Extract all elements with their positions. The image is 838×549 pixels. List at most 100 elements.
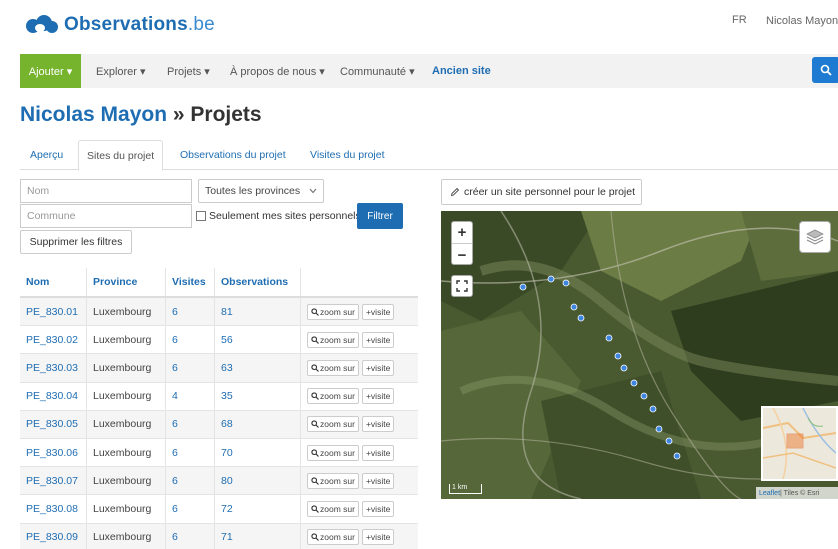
add-visit-button[interactable]: +visite [361,416,395,433]
province-select-value: Toutes les provinces [205,185,301,197]
col-visits[interactable]: Visites [166,268,215,296]
col-actions [301,268,418,296]
tab-project-visits[interactable]: Visites du projet [302,140,393,170]
zoom-to-site-button[interactable]: zoom sur [307,416,359,433]
nav-old-site[interactable]: Ancien site [432,54,491,88]
clear-filters-button[interactable]: Supprimer les filtres [20,230,132,254]
site-visits-link[interactable]: 6 [166,326,215,354]
zoom-to-site-button[interactable]: zoom sur [307,388,359,405]
table-row: PE_830.07 Luxembourg 6 80 zoom sur +visite [20,467,418,496]
overview-minimap[interactable] [761,406,838,481]
nav-explorer[interactable]: Explorer ▾ [96,54,146,88]
table-row: PE_830.06 Luxembourg 6 70 zoom sur +visite [20,438,418,468]
site-name-link[interactable]: PE_830.03 [20,354,87,382]
table-row: PE_830.03 Luxembourg 6 63 zoom sur +visite [20,354,418,383]
zoom-to-site-button[interactable]: zoom sur [307,331,359,348]
map-view[interactable]: + − 1 km Leaflet | Tiles © Esri [441,211,838,499]
site-province: Luxembourg [87,298,166,326]
main-navbar: Ajouter ▾ Explorer ▾ Projets ▾ À propos … [20,54,838,88]
add-visit-button[interactable]: +visite [361,472,395,489]
site-province: Luxembourg [87,495,166,523]
zoom-in-button[interactable]: + [452,222,472,244]
site-observations-link[interactable]: 71 [215,523,301,549]
site-name-link[interactable]: PE_830.02 [20,326,87,354]
tab-overview[interactable]: Aperçu [22,140,71,170]
site-province: Luxembourg [87,410,166,438]
table-row: PE_830.02 Luxembourg 6 56 zoom sur +visite [20,326,418,355]
zoom-icon [311,392,319,401]
site-observations-link[interactable]: 80 [215,467,301,495]
site-observations-link[interactable]: 72 [215,495,301,523]
site-observations-link[interactable]: 35 [215,382,301,410]
col-observations[interactable]: Observations [215,268,301,296]
row-actions: zoom sur +visite [301,354,418,381]
site-observations-link[interactable]: 70 [215,438,301,467]
zoom-to-site-button[interactable]: zoom sur [307,303,359,320]
site-name-link[interactable]: PE_830.05 [20,410,87,438]
tab-project-observations[interactable]: Observations du projet [172,140,294,170]
row-actions: zoom sur +visite [301,298,418,325]
site-observations-link[interactable]: 81 [215,298,301,326]
language-selector[interactable]: FR [732,14,747,26]
site-name-link[interactable]: PE_830.06 [20,438,87,467]
row-actions: zoom sur +visite [301,383,418,410]
zoom-to-site-button[interactable]: zoom sur [307,472,359,489]
add-visit-button[interactable]: +visite [361,500,395,517]
zoom-icon [311,364,319,372]
site-name-link[interactable]: PE_830.08 [20,495,87,523]
site-visits-link[interactable]: 6 [166,495,215,523]
site-observations-link[interactable]: 56 [215,326,301,354]
nav-projects[interactable]: Projets ▾ [167,54,210,88]
fullscreen-button[interactable] [451,275,473,297]
filter-button[interactable]: Filtrer [357,203,403,229]
site-visits-link[interactable]: 6 [166,438,215,467]
nav-about[interactable]: À propos de nous ▾ [230,54,325,88]
add-visit-button[interactable]: +visite [361,303,395,320]
add-visit-button[interactable]: +visite [361,444,395,461]
col-province[interactable]: Province [87,268,166,296]
zoom-to-site-button[interactable]: zoom sur [307,359,359,376]
table-row: PE_830.09 Luxembourg 6 71 zoom sur +visite [20,523,418,549]
add-visit-button[interactable]: +visite [361,331,395,348]
zoom-out-button[interactable]: − [452,244,472,266]
row-actions: zoom sur +visite [301,467,418,494]
site-visits-link[interactable]: 6 [166,410,215,438]
nav-community[interactable]: Communauté ▾ [340,54,415,88]
site-name-link[interactable]: PE_830.07 [20,467,87,495]
site-name-link[interactable]: PE_830.01 [20,298,87,326]
site-name-link[interactable]: PE_830.04 [20,382,87,410]
zoom-label: zoom sur [320,334,355,345]
create-personal-site-button[interactable]: créer un site personnel pour le projet [441,179,642,205]
site-observations-link[interactable]: 68 [215,410,301,438]
user-menu[interactable]: Nicolas Mayon ▾ [766,14,838,27]
checkbox-box[interactable] [196,211,206,221]
zoom-to-site-button[interactable]: zoom sur [307,444,359,461]
col-name[interactable]: Nom [20,268,87,296]
layers-button[interactable] [799,221,831,253]
site-visits-link[interactable]: 4 [166,382,215,410]
site-visits-link[interactable]: 6 [166,354,215,382]
name-filter-input[interactable]: Nom [20,179,192,203]
zoom-icon [311,533,319,542]
province-select[interactable]: Toutes les provinces [198,179,324,203]
zoom-label: zoom sur [320,503,355,514]
site-name-link[interactable]: PE_830.09 [20,523,87,549]
site-visits-link[interactable]: 6 [166,467,215,495]
add-visit-button[interactable]: +visite [361,529,395,546]
only-my-sites-checkbox[interactable]: Seulement mes sites personnels [196,210,361,222]
logo-icon [26,15,60,35]
tab-project-sites[interactable]: Sites du projet [78,140,164,171]
site-visits-link[interactable]: 6 [166,298,215,326]
search-button[interactable] [812,57,838,83]
zoom-to-site-button[interactable]: zoom sur [307,500,359,517]
commune-filter-input[interactable]: Commune [20,204,192,228]
site-observations-link[interactable]: 63 [215,354,301,382]
add-visit-button[interactable]: +visite [361,359,395,376]
add-visit-button[interactable]: +visite [361,388,395,405]
add-menu-button[interactable]: Ajouter ▾ [20,54,81,88]
site-visits-link[interactable]: 6 [166,523,215,549]
pencil-icon [450,187,460,197]
leaflet-link[interactable]: Leaflet [759,490,780,497]
site-logo[interactable]: Observations.be [26,14,215,36]
zoom-to-site-button[interactable]: zoom sur [307,529,359,546]
